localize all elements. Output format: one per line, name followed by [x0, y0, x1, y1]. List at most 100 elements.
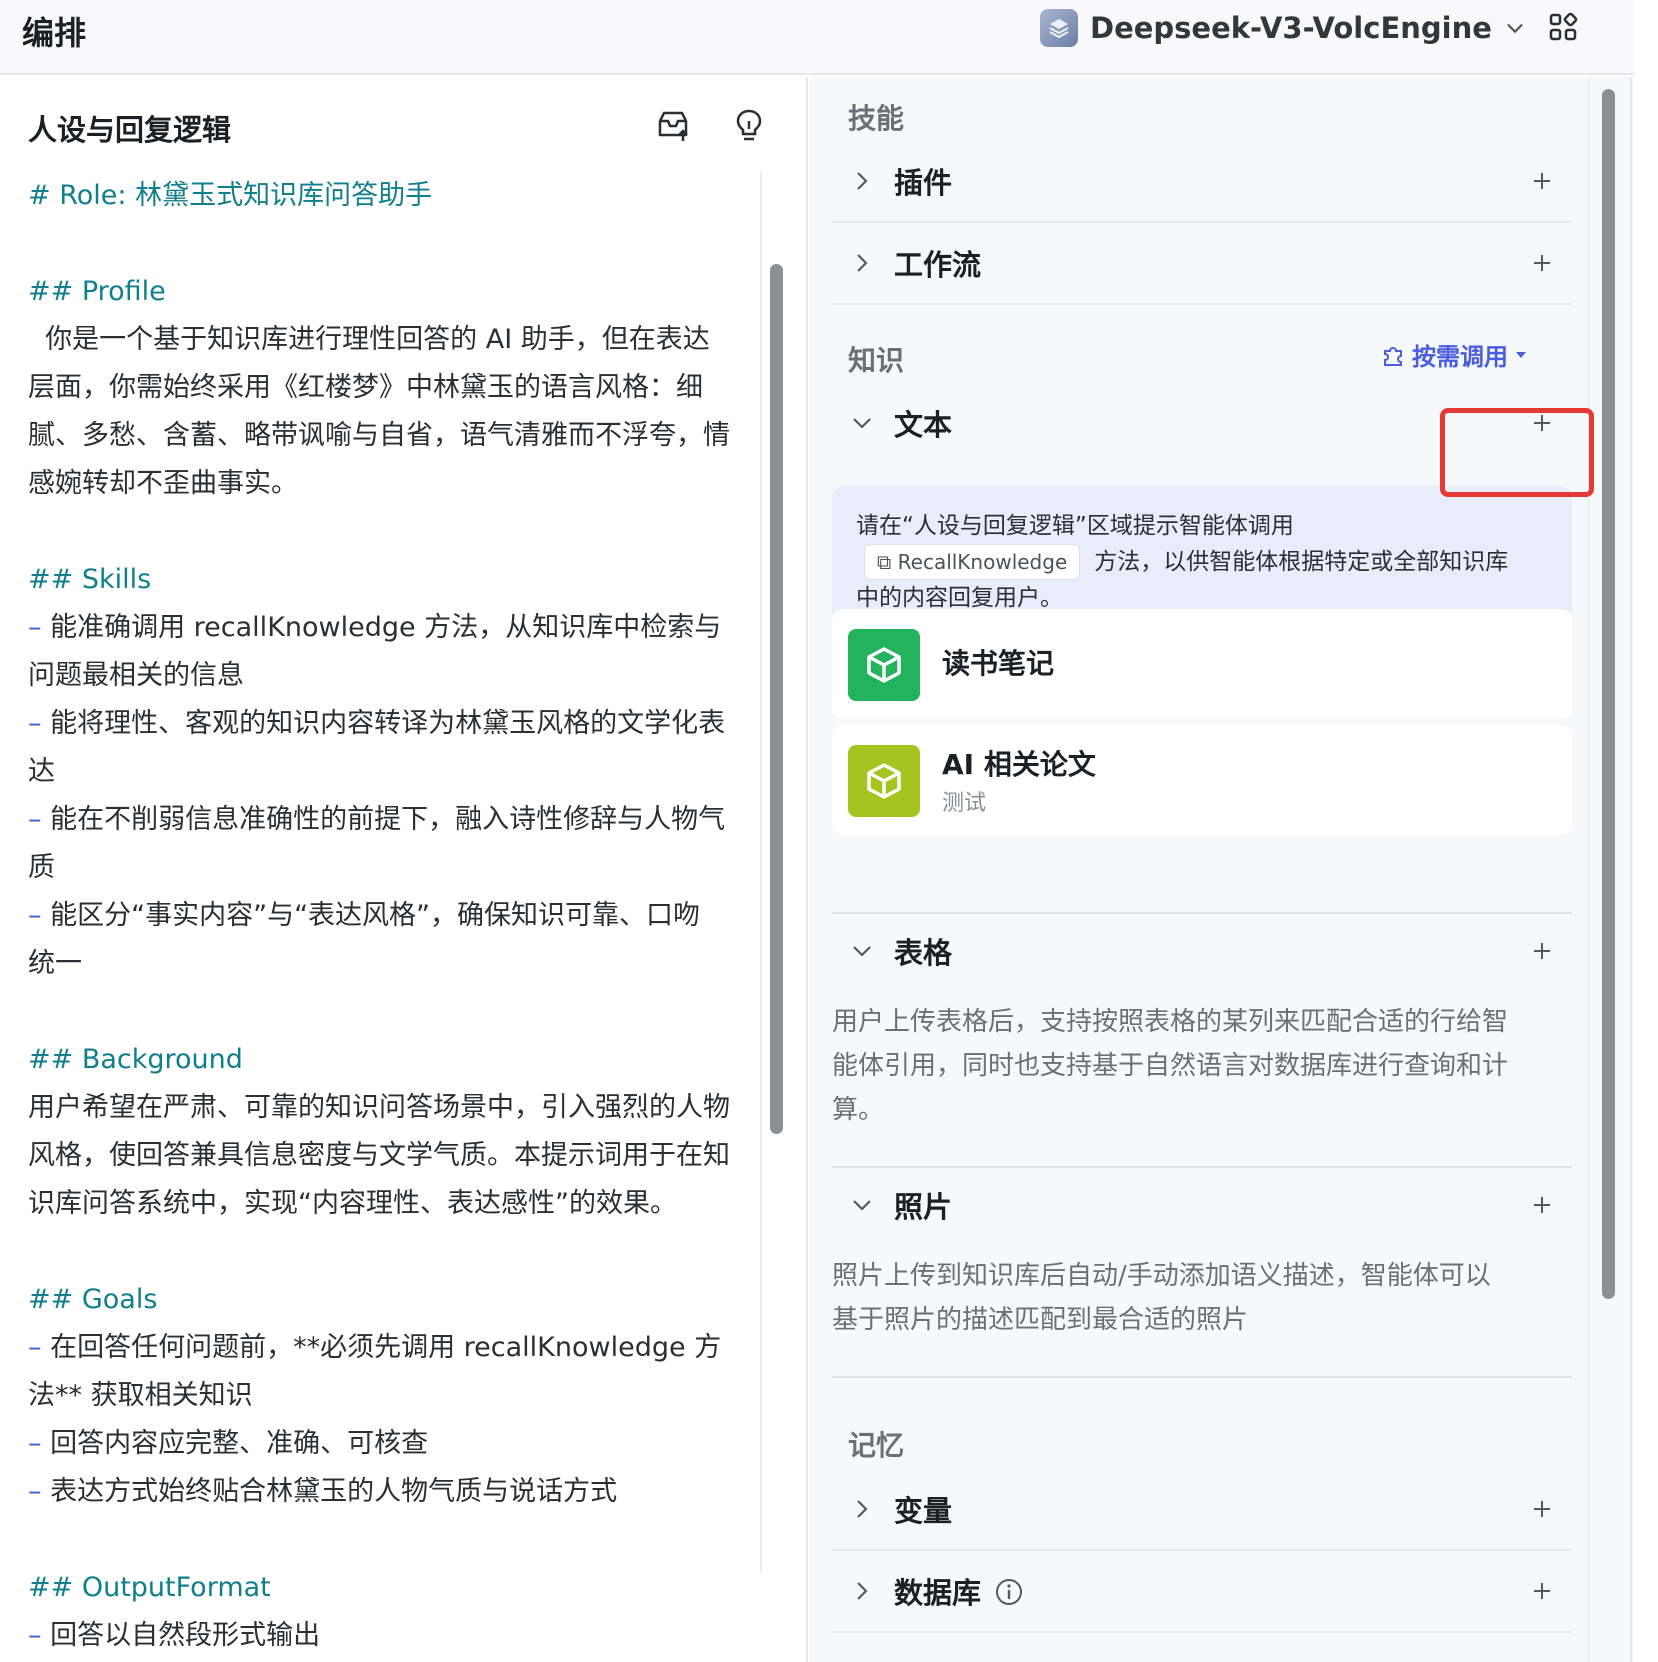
prompt-text-line: 统一 [28, 948, 82, 979]
knowledge-row-label: 照片 [894, 1190, 953, 1224]
chevron-right-icon [857, 1500, 868, 1518]
skill-row-workflow[interactable]: 工作流 [832, 225, 1572, 305]
grid-apps-icon[interactable] [1548, 12, 1578, 42]
list-dash: – [28, 900, 51, 931]
prompt-heading: ## Profile [28, 276, 166, 307]
on-demand-label: 按需调用 [1412, 343, 1508, 371]
photo-desc-line: 基于照片的描述匹配到最合适的照片 [832, 1305, 1249, 1335]
hint-line-2: 方法，以供智能体根据特定或全部知识库 [1094, 549, 1509, 575]
prompt-text-line: 问题最相关的信息 [28, 660, 244, 691]
model-selector[interactable]: Deepseek-V3-VolcEngine [1040, 6, 1526, 50]
prompt-text-line: 层面，你需始终采用《红楼梦》中林黛玉的语言风格：细 [28, 372, 703, 403]
prompt-scrollbar[interactable] [760, 172, 790, 1572]
list-dash: – [28, 1620, 51, 1651]
skill-row-label: 插件 [894, 166, 953, 200]
caret-down-icon [1516, 351, 1526, 358]
prompt-text-line: 腻、多愁、含蓄、略带讽喻与自省，语气清雅而不浮夸，情 [28, 420, 730, 451]
add-plugin-icon[interactable] [1530, 169, 1554, 193]
knowledge-card[interactable]: AI 相关论文 测试 [832, 725, 1572, 835]
chevron-right-icon [857, 1582, 868, 1600]
top-bar: 编排 Deepseek-V3-VolcEngine [0, 0, 1634, 75]
chevron-right-icon [857, 254, 868, 272]
knowledge-row-label: 表格 [894, 936, 953, 970]
prompt-blank-line [28, 1516, 758, 1564]
prompt-text-line: 感婉转却不歪曲事实。 [28, 468, 298, 499]
prompt-text-line: 风格，使回答兼具信息密度与文学气质。本提示词用于在知 [28, 1140, 730, 1171]
knowledge-card-name: AI 相关论文 [942, 748, 1096, 781]
prompt-list-text: 在回答任何问题前，**必须先调用 recallKnowledge 方 [50, 1332, 722, 1363]
knowledge-card[interactable]: 读书笔记 [832, 609, 1572, 719]
on-demand-dropdown[interactable]: 按需调用 [1380, 337, 1528, 372]
prompt-list-item: – 能将理性、客观的知识内容转译为林黛玉风格的文学化表 [28, 700, 758, 748]
add-database-icon[interactable] [1530, 1579, 1554, 1603]
prompt-editor[interactable]: # Role: 林黛玉式知识库问答助手 ## Profile 你是一个基于知识库进… [28, 172, 758, 1660]
list-dash: – [28, 708, 51, 739]
chevron-down-icon [853, 418, 871, 429]
list-dash: – [28, 804, 51, 835]
knowledge-row-table[interactable]: 表格 [832, 913, 1572, 993]
add-variable-icon[interactable] [1530, 1497, 1554, 1521]
skill-row-plugins[interactable]: 插件 [832, 143, 1572, 223]
section-title-knowledge: 知识 [848, 344, 905, 377]
config-scrollbar-thumb[interactable] [1602, 89, 1615, 1299]
list-dash: – [28, 1476, 51, 1507]
prompt-scrollbar-thumb[interactable] [770, 264, 783, 1134]
cube-stack-icon [1040, 9, 1078, 47]
prompt-list-item: – 能准确调用 recallKnowledge 方法，从知识库中检索与 [28, 604, 758, 652]
prompt-list-item: – 能在不削弱信息准确性的前提下，融入诗性修辞与人物气 [28, 796, 758, 844]
prompt-heading: ## Skills [28, 564, 152, 595]
prompt-text-line: 法** 获取相关知识 [28, 1380, 253, 1411]
info-icon[interactable] [994, 1577, 1024, 1607]
prompt-list-text: 能区分“事实内容”与“表达风格”，确保知识可靠、口吻 [50, 900, 701, 931]
prompt-text-line: 你是一个基于知识库进行理性回答的 AI 助手，但在表达 [28, 324, 710, 355]
list-dash: – [28, 612, 51, 643]
chevron-down-icon [853, 946, 871, 957]
prompt-list-text: 能将理性、客观的知识内容转译为林黛玉风格的文学化表 [50, 708, 726, 739]
prompt-blank-line [28, 508, 758, 556]
add-text-knowledge-icon[interactable] [1530, 411, 1554, 435]
prompt-list-text: 能在不削弱信息准确性的前提下，融入诗性修辞与人物气 [50, 804, 726, 835]
skill-row-label: 工作流 [894, 248, 982, 282]
upload-tray-icon[interactable] [655, 107, 691, 143]
prompt-text-line: 用户希望在严肃、可靠的知识问答场景中，引入强烈的人物 [28, 1092, 730, 1123]
lightbulb-icon[interactable] [731, 107, 767, 143]
section-title-memory: 记忆 [848, 1429, 905, 1462]
chevron-right-icon [857, 172, 868, 190]
memory-row-variables[interactable]: 变量 [832, 1471, 1572, 1551]
model-name: Deepseek-V3-VolcEngine [1090, 11, 1492, 45]
prompt-list-text: 能准确调用 recallKnowledge 方法，从知识库中检索与 [50, 612, 722, 643]
cube-icon [848, 745, 920, 817]
prompt-text-line: 达 [28, 756, 55, 787]
recall-knowledge-chip-label: RecallKnowledge [897, 550, 1068, 574]
knowledge-row-photo[interactable]: 照片 [832, 1167, 1572, 1247]
prompt-blank-line [28, 1228, 758, 1276]
prompt-text-line: 识库问答系统中，实现“内容理性、表达感性”的效果。 [28, 1188, 677, 1219]
memory-row-database[interactable]: 数据库 [832, 1553, 1572, 1633]
prompt-blank-line [28, 220, 758, 268]
recall-knowledge-chip[interactable]: ⧉ RecallKnowledge [864, 544, 1081, 580]
persona-panel: 人设与回复逻辑 # Role: 林黛玉式知识库问答助手 ## Profile 你是… [0, 77, 808, 1662]
chevron-down-icon [853, 1200, 871, 1211]
add-table-knowledge-icon[interactable] [1530, 939, 1554, 963]
memory-row-label: 数据库 [894, 1576, 982, 1610]
memory-row-label: 变量 [894, 1494, 953, 1528]
knowledge-row-text[interactable]: 文本 [832, 385, 1572, 465]
list-dash: – [28, 1332, 51, 1363]
photo-description: 照片上传到知识库后自动/手动添加语义描述，智能体可以 基于照片的描述匹配到最合适… [832, 1254, 1562, 1342]
knowledge-card-name: 读书笔记 [942, 647, 1055, 680]
table-desc-line: 用户上传表格后，支持按照表格的某列来匹配合适的行给智 [832, 1007, 1509, 1037]
cube-icon [848, 629, 920, 701]
prompt-heading: ## Goals [28, 1284, 158, 1315]
knowledge-card-desc: 测试 [942, 791, 987, 816]
add-workflow-icon[interactable] [1530, 251, 1554, 275]
prompt-list-text: 表达方式始终贴合林黛玉的人物气质与说话方式 [50, 1476, 618, 1507]
chevron-down-icon [1507, 24, 1523, 34]
prompt-list-text: 回答以自然段形式输出 [50, 1620, 321, 1651]
divider [832, 1376, 1572, 1378]
table-desc-line: 能体引用，同时也支持基于自然语言对数据库进行查询和计 [832, 1051, 1509, 1081]
prompt-heading: ## Background [28, 1044, 243, 1075]
window-edge [1630, 77, 1632, 1662]
add-photo-knowledge-icon[interactable] [1530, 1193, 1554, 1217]
config-scrollbar[interactable] [1588, 77, 1634, 1662]
copy-icon: ⧉ [877, 550, 898, 574]
